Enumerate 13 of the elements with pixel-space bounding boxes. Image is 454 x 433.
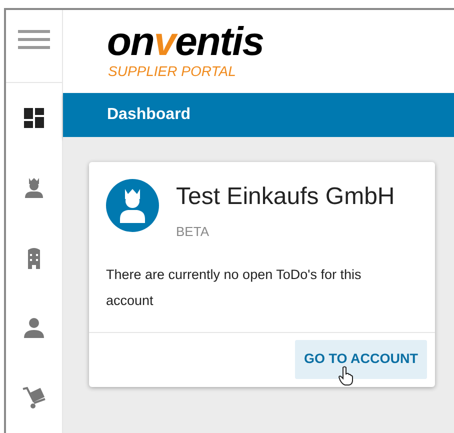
todo-message: There are currently no open ToDo's for this account [105,266,362,310]
beta-label: BETA [176,223,210,241]
logo-subtitle: SUPPLIER PORTAL [108,63,237,79]
hand-truck-icon[interactable] [22,386,46,410]
crowned-avatar-icon [106,179,159,232]
account-name: Test Einkaufs GmbH [176,182,395,212]
menu-icon[interactable] [17,28,51,50]
page-title: Dashboard [107,105,191,125]
user-icon[interactable] [22,316,46,340]
dashboard-icon[interactable] [22,106,46,130]
crowned-user-icon[interactable] [22,176,46,200]
go-to-account-button[interactable]: GO TO ACCOUNT [295,340,427,379]
logo-wordmark: onventis [107,22,264,62]
